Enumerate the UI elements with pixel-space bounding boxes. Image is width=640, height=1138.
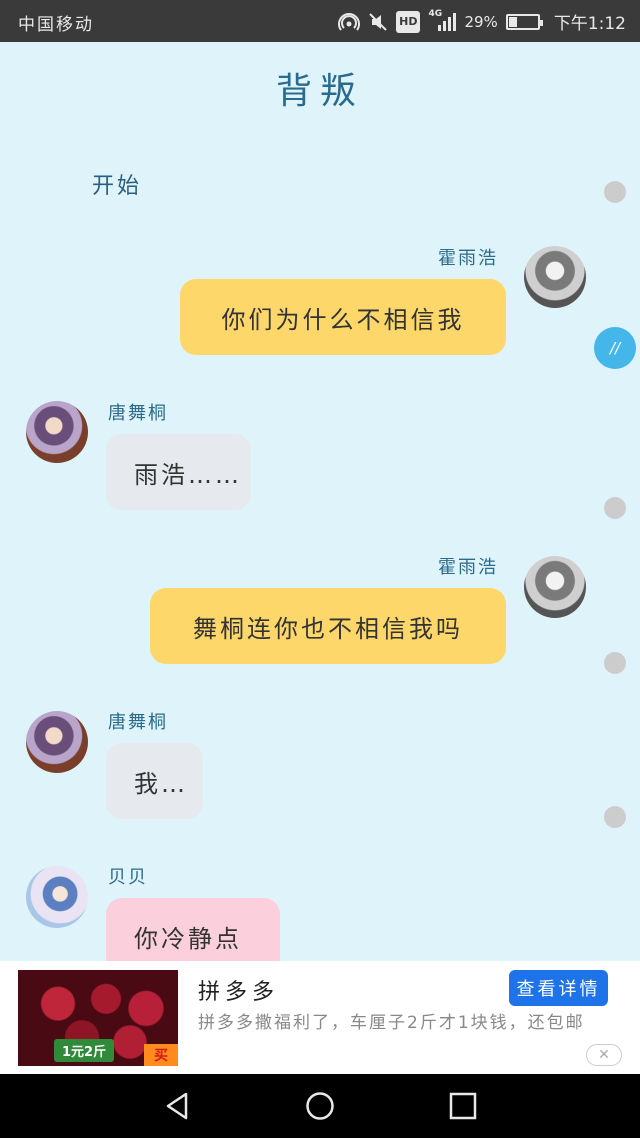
side-dot[interactable] bbox=[604, 806, 626, 828]
message-bubble[interactable]: 我… bbox=[106, 743, 203, 819]
hotspot-icon bbox=[338, 11, 361, 33]
message-bubble[interactable]: 你们为什么不相信我 bbox=[180, 279, 506, 355]
sender-name: 霍雨浩 bbox=[438, 248, 498, 269]
status-icons: HD 4G 29% 下午1:12 bbox=[338, 9, 626, 34]
ad-details-button[interactable]: 查看详情 bbox=[509, 970, 608, 1006]
side-dot[interactable] bbox=[604, 497, 626, 519]
avatar[interactable] bbox=[26, 711, 88, 773]
status-bar: 中国移动 HD 4G 29% 下午1:12 bbox=[0, 0, 640, 42]
story-title: 背叛 bbox=[275, 71, 364, 112]
carrier-label: 中国移动 bbox=[18, 15, 94, 35]
battery-icon bbox=[505, 13, 543, 30]
ad-image-price: 1元2斤 bbox=[54, 1039, 115, 1062]
ad-image-buy: 买 bbox=[144, 1044, 178, 1066]
avatar[interactable] bbox=[26, 866, 88, 928]
sender-name: 霍雨浩 bbox=[438, 557, 498, 578]
ad-banner[interactable]: 1元2斤 买 拼多多 拼多多撒福利了，车厘子2斤才1块钱，还包邮 查看详情 bbox=[0, 961, 640, 1074]
ad-close-button[interactable]: ✕ bbox=[586, 1044, 622, 1066]
back-icon[interactable] bbox=[162, 1091, 192, 1121]
clock: 下午1:12 bbox=[553, 14, 626, 34]
sender-name: 唐舞桐 bbox=[108, 712, 168, 733]
ad-image[interactable]: 1元2斤 买 bbox=[18, 970, 178, 1066]
signal-icon: 4G bbox=[428, 8, 457, 33]
ad-description: 拼多多撒福利了，车厘子2斤才1块钱，还包邮 bbox=[198, 1013, 585, 1033]
side-dot[interactable] bbox=[604, 181, 626, 203]
start-label: 开始 bbox=[92, 174, 143, 199]
message-bubble[interactable]: 雨浩…… bbox=[106, 434, 251, 510]
navigation-bar bbox=[0, 1074, 640, 1138]
ad-title: 拼多多 bbox=[198, 980, 280, 1005]
recents-icon[interactable] bbox=[448, 1091, 478, 1121]
hd-icon: HD bbox=[396, 10, 421, 33]
home-icon[interactable] bbox=[305, 1091, 335, 1121]
avatar[interactable] bbox=[524, 246, 586, 308]
battery-percent: 29% bbox=[464, 12, 498, 31]
side-dot[interactable] bbox=[604, 652, 626, 674]
battery-fill bbox=[508, 16, 517, 27]
network-type-label: 4G bbox=[428, 8, 443, 19]
message-bubble[interactable]: 舞桐连你也不相信我吗 bbox=[150, 588, 506, 664]
sender-name: 唐舞桐 bbox=[108, 403, 168, 424]
mute-icon bbox=[368, 11, 388, 33]
edit-button[interactable]: // bbox=[594, 327, 636, 369]
avatar[interactable] bbox=[26, 401, 88, 463]
avatar[interactable] bbox=[524, 556, 586, 618]
sender-name: 贝贝 bbox=[108, 867, 148, 888]
